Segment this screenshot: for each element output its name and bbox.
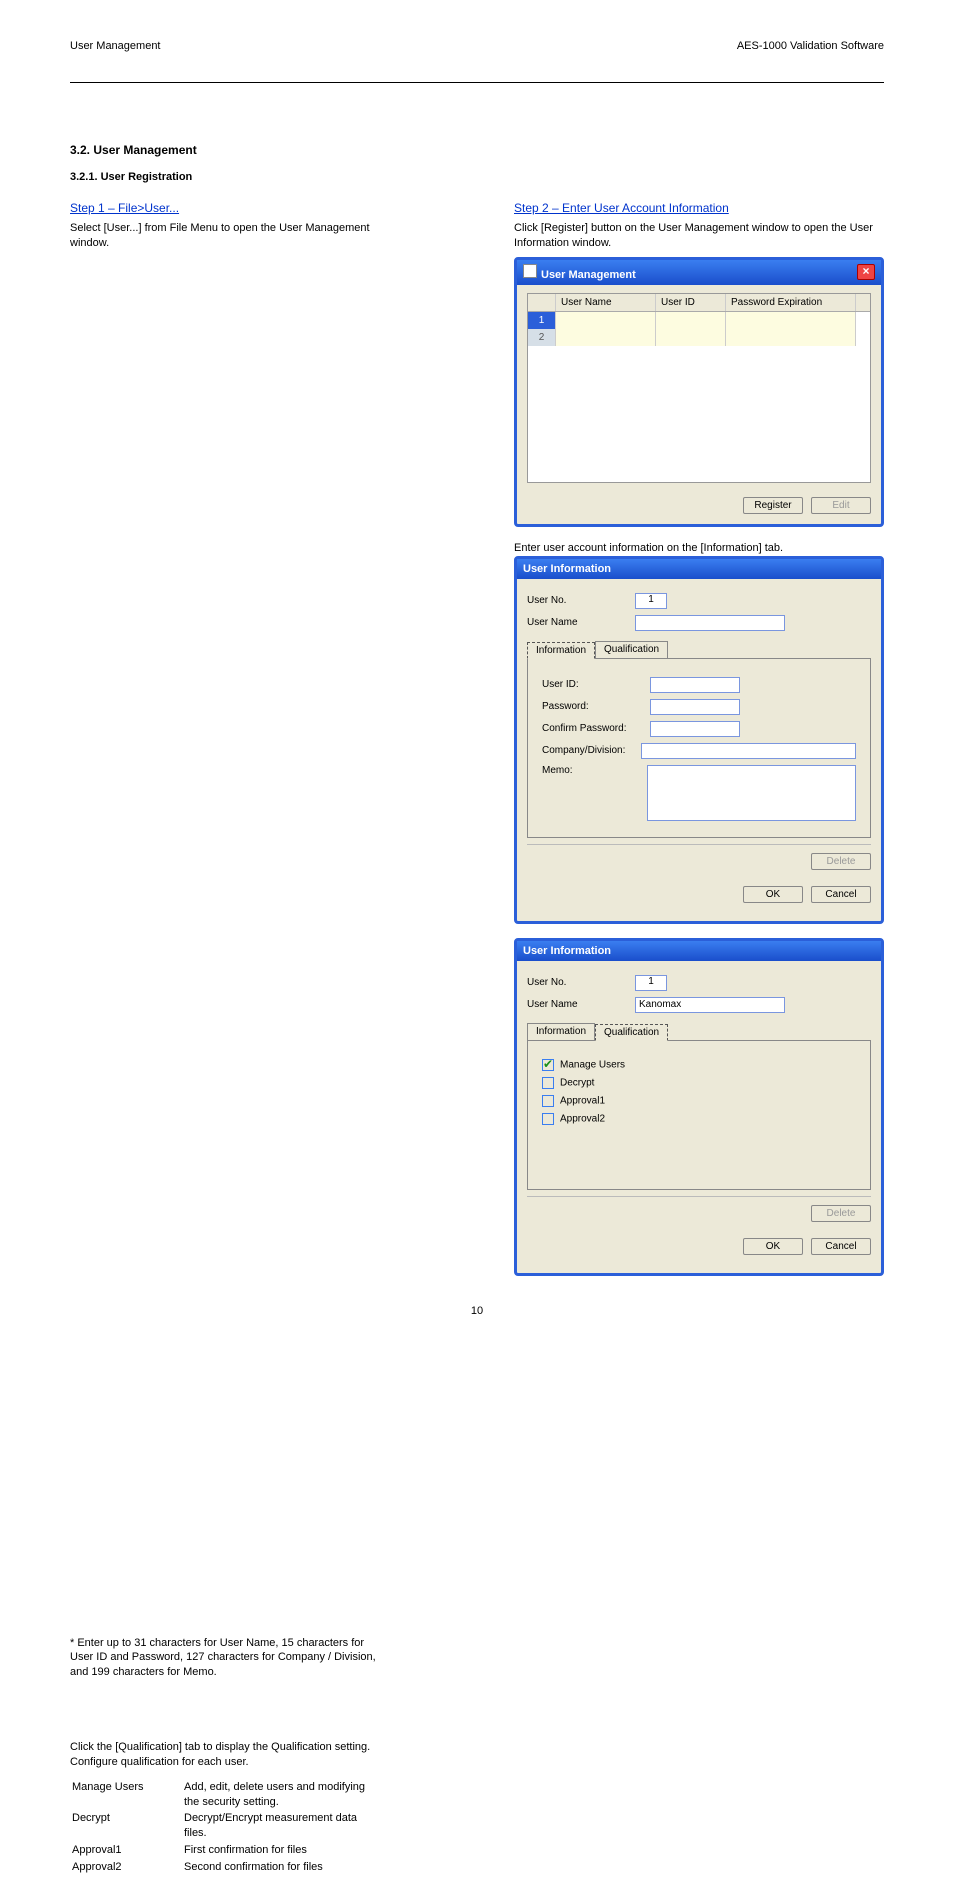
qual-desc: First confirmation for files <box>184 1843 378 1858</box>
qual-desc: Decrypt/Encrypt measurement data files. <box>184 1811 378 1841</box>
dialog-title: User Management <box>541 269 636 281</box>
qualification-panel: Manage Users Decrypt Approval1 Approval2 <box>527 1040 871 1190</box>
section-title: 3.2. User Management <box>70 143 884 157</box>
qualification-desc-table: Manage UsersAdd, edit, delete users and … <box>70 1778 380 1877</box>
information-panel: User ID: Password: Confirm Password: Com… <box>527 658 871 838</box>
ok-button[interactable]: OK <box>743 1238 803 1255</box>
header-left: User Management <box>70 40 161 52</box>
company-field[interactable] <box>641 743 856 759</box>
step1-heading: Step 1 – File>User... <box>70 201 179 215</box>
dialog-title: User Information <box>523 945 611 957</box>
register-button[interactable]: Register <box>743 497 803 514</box>
confirm-password-field[interactable] <box>650 721 740 737</box>
tab-information[interactable]: Information <box>527 1023 595 1040</box>
step1-body: Select [User...] from File Menu to open … <box>70 221 380 251</box>
table-row[interactable]: 2 <box>528 329 870 346</box>
col-userid: User ID <box>656 294 726 311</box>
user-name-label: User Name <box>527 999 627 1010</box>
separator <box>527 844 871 845</box>
userid-field[interactable] <box>650 677 740 693</box>
qual-desc: Second confirmation for files <box>184 1860 378 1875</box>
tab-information[interactable]: Information <box>527 642 595 659</box>
qual-name: Approval1 <box>72 1843 182 1858</box>
user-name-field[interactable] <box>635 615 785 631</box>
qual-desc: Add, edit, delete users and modifying th… <box>184 1780 378 1810</box>
checkbox-decrypt[interactable] <box>542 1077 554 1089</box>
password-label: Password: <box>542 701 642 712</box>
check-label: Manage Users <box>560 1059 625 1070</box>
titlebar[interactable]: User Information <box>517 559 881 579</box>
table-row[interactable]: 1 <box>528 312 870 329</box>
user-grid[interactable]: User Name User ID Password Expiration 1 … <box>527 293 871 483</box>
qualification-intro: Click the [Qualification] tab to display… <box>70 1740 380 1770</box>
user-info-dialog-information: User Information User No. 1 User Name In… <box>514 556 884 924</box>
memo-label: Memo: <box>542 765 639 776</box>
close-icon[interactable]: × <box>857 264 875 280</box>
col-blank <box>528 294 556 311</box>
check-label: Approval2 <box>560 1113 605 1124</box>
header-right: AES-1000 Validation Software <box>737 40 884 52</box>
delete-button[interactable]: Delete <box>811 853 871 870</box>
user-name-label: User Name <box>527 617 627 628</box>
checkbox-approval1[interactable] <box>542 1095 554 1107</box>
check-label: Approval1 <box>560 1095 605 1106</box>
step2-body2: Enter user account information on the [I… <box>514 541 884 556</box>
user-no-field: 1 <box>635 975 667 991</box>
user-no-label: User No. <box>527 977 627 988</box>
step2-heading: Step 2 – Enter User Account Information <box>514 201 729 215</box>
checkbox-approval2[interactable] <box>542 1113 554 1125</box>
edit-button[interactable]: Edit <box>811 497 871 514</box>
user-management-dialog: User Management × User Name User ID Pass… <box>514 257 884 527</box>
userid-label: User ID: <box>542 679 642 690</box>
delete-button[interactable]: Delete <box>811 1205 871 1222</box>
qual-name: Approval2 <box>72 1860 182 1875</box>
user-no-label: User No. <box>527 595 627 606</box>
cancel-button[interactable]: Cancel <box>811 886 871 903</box>
grid-header: User Name User ID Password Expiration <box>528 294 870 312</box>
app-icon <box>523 264 537 278</box>
row-index: 2 <box>528 329 556 346</box>
user-no-field: 1 <box>635 593 667 609</box>
col-pwdexp: Password Expiration <box>726 294 856 311</box>
step2-body1: Click [Register] button on the User Mana… <box>514 221 884 251</box>
qual-name: Decrypt <box>72 1811 182 1841</box>
memo-field[interactable] <box>647 765 856 821</box>
page-number: 10 <box>0 1305 954 1317</box>
confirm-label: Confirm Password: <box>542 723 642 734</box>
form-hint: * Enter up to 31 characters for User Nam… <box>70 1636 380 1681</box>
col-username: User Name <box>556 294 656 311</box>
titlebar[interactable]: User Information <box>517 941 881 961</box>
checkbox-manage-users[interactable] <box>542 1059 554 1071</box>
separator <box>527 1196 871 1197</box>
user-name-field[interactable]: Kanomax <box>635 997 785 1013</box>
qual-name: Manage Users <box>72 1780 182 1810</box>
tab-qualification[interactable]: Qualification <box>595 1024 668 1041</box>
password-field[interactable] <box>650 699 740 715</box>
user-info-dialog-qualification: User Information User No. 1 User Name Ka… <box>514 938 884 1276</box>
cancel-button[interactable]: Cancel <box>811 1238 871 1255</box>
check-label: Decrypt <box>560 1077 594 1088</box>
titlebar[interactable]: User Management × <box>517 260 881 285</box>
header-rule <box>70 82 884 83</box>
section-subtitle: 3.2.1. User Registration <box>70 171 884 183</box>
tab-qualification[interactable]: Qualification <box>595 641 668 658</box>
row-index: 1 <box>528 312 556 329</box>
dialog-title: User Information <box>523 563 611 575</box>
company-label: Company/Division: <box>542 745 633 756</box>
ok-button[interactable]: OK <box>743 886 803 903</box>
